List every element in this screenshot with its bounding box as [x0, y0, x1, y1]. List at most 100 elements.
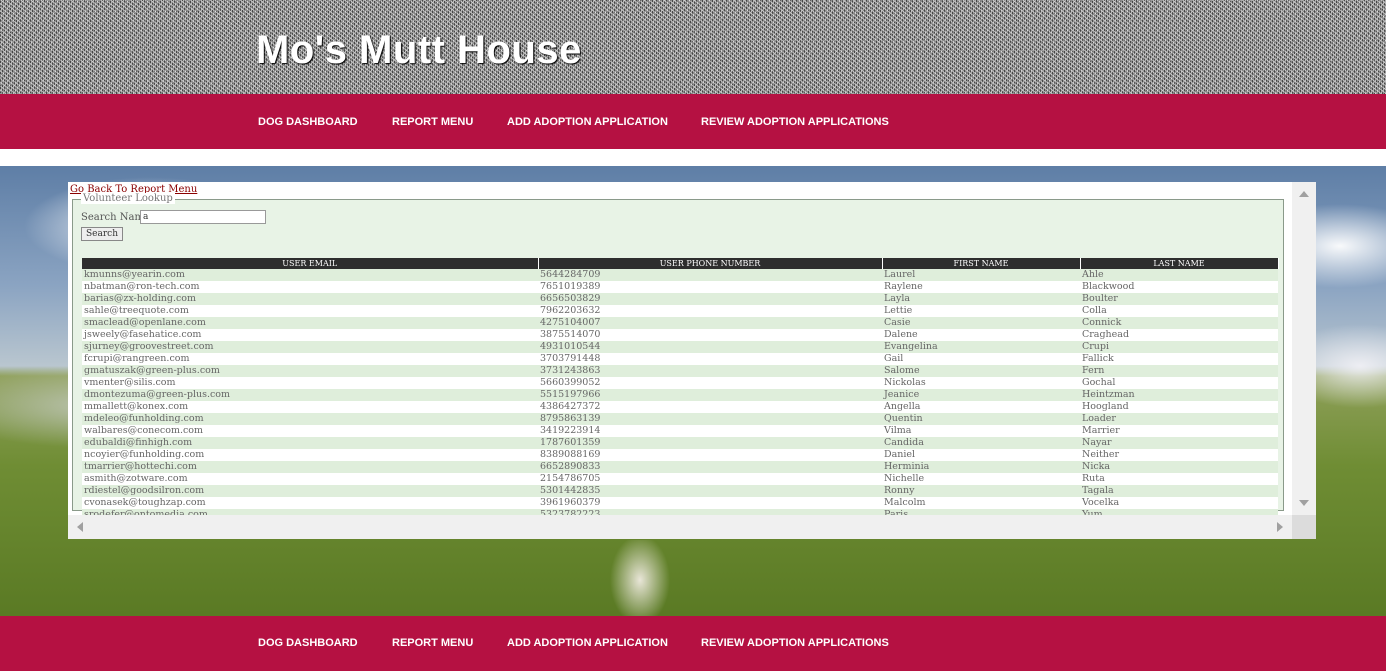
cell-user-email: vmenter@silis.com	[82, 377, 538, 389]
divider-band	[0, 149, 1386, 166]
top-navbar: DOG DASHBOARD REPORT MENU ADD ADOPTION A…	[0, 94, 1386, 149]
table-row: kmunns@yearin.com 5644284709 Laurel Ahle	[82, 269, 1278, 281]
cell-user-phone: 4386427372	[538, 401, 882, 413]
cell-user-phone: 5301442835	[538, 485, 882, 497]
cell-first-name: Quentin	[882, 413, 1080, 425]
cell-last-name: Fallick	[1080, 353, 1278, 365]
cell-user-phone: 7962203632	[538, 305, 882, 317]
cell-first-name: Laurel	[882, 269, 1080, 281]
cell-user-phone: 8389088169	[538, 449, 882, 461]
table-header-row: USER EMAIL USER PHONE NUMBER FIRST NAME …	[82, 258, 1279, 269]
cell-last-name: Craghead	[1080, 329, 1278, 341]
footer-nav-add-adoption-application[interactable]: ADD ADOPTION APPLICATION	[507, 616, 668, 671]
footer-nav-report-menu[interactable]: REPORT MENU	[392, 616, 473, 671]
scroll-left-arrow-icon[interactable]	[77, 522, 83, 532]
cell-last-name: Ahle	[1080, 269, 1278, 281]
cell-last-name: Hoogland	[1080, 401, 1278, 413]
scrollbar-corner	[1292, 515, 1316, 539]
site-header: Mo's Mutt House	[0, 0, 1386, 94]
table-row: tmarrier@hottechi.com 6652890833 Herminia N…	[82, 461, 1278, 473]
cell-last-name: Connick	[1080, 317, 1278, 329]
table-row: asmith@zotware.com 2154786705 Nichelle Ruta	[82, 473, 1278, 485]
cell-last-name: Fern	[1080, 365, 1278, 377]
search-name-input[interactable]	[140, 210, 266, 224]
table-row: nbatman@ron-tech.com 7651019389 Raylene Bla…	[82, 281, 1278, 293]
volunteer-results-table: USER EMAIL USER PHONE NUMBER FIRST NAME …	[82, 258, 1279, 515]
table-row: sahle@treequote.com 7962203632 Lettie Colla	[82, 305, 1278, 317]
cell-user-email: asmith@zotware.com	[82, 473, 538, 485]
cell-user-email: gmatuszak@green-plus.com	[82, 365, 538, 377]
cell-user-email: smaclead@openlane.com	[82, 317, 538, 329]
cell-first-name: Daniel	[882, 449, 1080, 461]
cell-last-name: Crupi	[1080, 341, 1278, 353]
cell-user-email: barias@zx-holding.com	[82, 293, 538, 305]
cell-user-phone: 3419223914	[538, 425, 882, 437]
cell-user-phone: 3875514070	[538, 329, 882, 341]
cell-user-email: jsweely@fasehatice.com	[82, 329, 538, 341]
horizontal-scrollbar[interactable]	[68, 515, 1292, 539]
cell-last-name: Gochal	[1080, 377, 1278, 389]
cell-last-name: Nayar	[1080, 437, 1278, 449]
table-row: cvonasek@toughzap.com 3961960379 Malcolm Vo…	[82, 497, 1278, 509]
cell-first-name: Nichelle	[882, 473, 1080, 485]
volunteer-lookup-legend: Volunteer Lookup	[81, 193, 175, 204]
cell-user-email: ncoyier@funholding.com	[82, 449, 538, 461]
table-row: barias@zx-holding.com 6656503829 Layla Boul…	[82, 293, 1278, 305]
nav-review-adoption-applications[interactable]: REVIEW ADOPTION APPLICATIONS	[701, 94, 889, 150]
cell-first-name: Lettie	[882, 305, 1080, 317]
cell-user-phone: 2154786705	[538, 473, 882, 485]
cell-user-email: cvonasek@toughzap.com	[82, 497, 538, 509]
table-row: edubaldi@finhigh.com 1787601359 Candida Nay…	[82, 437, 1278, 449]
scroll-right-arrow-icon[interactable]	[1277, 522, 1283, 532]
cell-user-email: sahle@treequote.com	[82, 305, 538, 317]
cell-first-name: Malcolm	[882, 497, 1080, 509]
cell-first-name: Raylene	[882, 281, 1080, 293]
cell-first-name: Jeanice	[882, 389, 1080, 401]
cell-first-name: Angella	[882, 401, 1080, 413]
cell-last-name: Nicka	[1080, 461, 1278, 473]
footer-nav-review-adoption-applications[interactable]: REVIEW ADOPTION APPLICATIONS	[701, 616, 889, 671]
vertical-scrollbar[interactable]	[1292, 182, 1316, 515]
table-row: walbares@conecom.com 3419223914 Vilma Marri…	[82, 425, 1278, 437]
cell-last-name: Ruta	[1080, 473, 1278, 485]
cell-last-name: Tagala	[1080, 485, 1278, 497]
scroll-down-arrow-icon[interactable]	[1299, 500, 1309, 506]
cell-first-name: Gail	[882, 353, 1080, 365]
column-header-user-phone: USER PHONE NUMBER	[538, 258, 883, 269]
table-row: jsweely@fasehatice.com 3875514070 Dalene Cr…	[82, 329, 1278, 341]
search-button[interactable]: Search	[81, 227, 123, 241]
cell-user-phone: 4931010544	[538, 341, 882, 353]
nav-dog-dashboard[interactable]: DOG DASHBOARD	[258, 94, 358, 150]
cell-first-name: Layla	[882, 293, 1080, 305]
site-title: Mo's Mutt House	[256, 28, 582, 72]
column-header-user-email: USER EMAIL	[82, 258, 539, 269]
cell-last-name: Heintzman	[1080, 389, 1278, 401]
cell-user-phone: 5515197966	[538, 389, 882, 401]
cell-first-name: Vilma	[882, 425, 1080, 437]
cell-first-name: Herminia	[882, 461, 1080, 473]
cell-user-email: rdiestel@goodsilron.com	[82, 485, 538, 497]
table-row: mmallett@konex.com 4386427372 Angella Hoogl…	[82, 401, 1278, 413]
table-row: sjurney@groovestreet.com 4931010544 Evange…	[82, 341, 1278, 353]
table-row: gmatuszak@green-plus.com 3731243863 Salome…	[82, 365, 1278, 377]
nav-report-menu[interactable]: REPORT MENU	[392, 94, 473, 150]
cell-last-name: Colla	[1080, 305, 1278, 317]
cell-last-name: Vocelka	[1080, 497, 1278, 509]
cell-last-name: Loader	[1080, 413, 1278, 425]
footer-nav-dog-dashboard[interactable]: DOG DASHBOARD	[258, 616, 358, 671]
cell-user-phone: 8795863139	[538, 413, 882, 425]
cell-user-email: kmunns@yearin.com	[82, 269, 538, 281]
cell-last-name: Marrier	[1080, 425, 1278, 437]
scroll-up-arrow-icon[interactable]	[1299, 191, 1309, 197]
column-header-first-name: FIRST NAME	[882, 258, 1081, 269]
nav-add-adoption-application[interactable]: ADD ADOPTION APPLICATION	[507, 94, 668, 150]
cell-first-name: Nickolas	[882, 377, 1080, 389]
cell-user-phone: 6656503829	[538, 293, 882, 305]
cell-user-email: edubaldi@finhigh.com	[82, 437, 538, 449]
cell-user-email: tmarrier@hottechi.com	[82, 461, 538, 473]
table-row: rdiestel@goodsilron.com 5301442835 Ronny Ta…	[82, 485, 1278, 497]
cell-last-name: Neither	[1080, 449, 1278, 461]
column-header-last-name: LAST NAME	[1080, 258, 1279, 269]
cell-user-email: nbatman@ron-tech.com	[82, 281, 538, 293]
cell-user-email: walbares@conecom.com	[82, 425, 538, 437]
